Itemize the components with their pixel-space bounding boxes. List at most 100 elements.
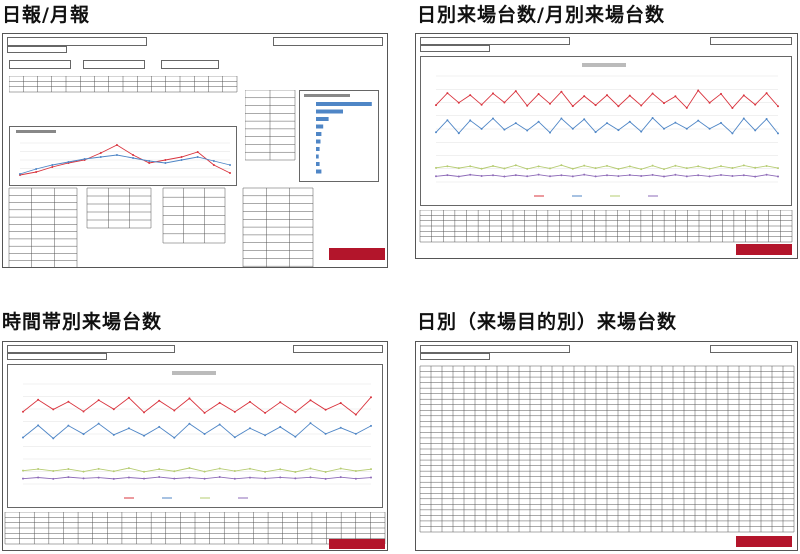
report-bar <box>316 147 320 151</box>
report-blue-marker <box>132 157 135 159</box>
daily-chart-series1-marker <box>446 119 449 122</box>
report-blue-marker <box>148 160 151 162</box>
hourly-chart-series0-marker <box>354 413 357 416</box>
report-bar-title-mark <box>304 94 350 97</box>
hourly-chart-series1-marker <box>370 424 372 427</box>
brand-badge-4 <box>736 536 792 547</box>
hourly-chart-series0-marker <box>279 401 282 404</box>
hourly-chart-series1-marker <box>339 426 342 429</box>
hourly-chart-series1-marker <box>158 425 161 428</box>
daily-chart-series1-marker <box>492 117 494 120</box>
brand-badge-2 <box>736 244 792 255</box>
daily-chart-series2-marker <box>731 167 734 170</box>
daily-chart-series1-marker <box>685 127 688 130</box>
hourly-chart-series1-marker <box>82 433 85 436</box>
report-red-marker <box>164 159 167 161</box>
daily-chart-series1-marker <box>560 117 563 120</box>
daily-chart-series2-marker <box>617 167 620 170</box>
daily-chart-series2-marker <box>549 167 551 170</box>
hourly-chart-series1-marker <box>248 427 251 430</box>
hourly-chart-series1-marker <box>37 424 40 427</box>
report-red-marker <box>229 172 231 174</box>
daily-chart-series2-marker <box>685 167 688 170</box>
daily-chart-series0-marker <box>674 95 677 98</box>
hourly-chart-series1-marker <box>279 425 282 428</box>
hourly-chart-series3-marker <box>218 476 221 479</box>
report-bar <box>316 139 321 144</box>
chart2-header-left <box>420 37 570 45</box>
hourly-chart-series2-marker <box>67 468 70 471</box>
hourly-chart-series2-marker <box>264 470 267 473</box>
report-blue-marker <box>51 164 54 166</box>
hourly-chart-series3-marker <box>309 476 312 479</box>
daily-chart-series1-marker <box>628 120 631 123</box>
daily-chart-series2-marker <box>446 165 449 168</box>
daily-chart-series2-marker <box>514 164 517 167</box>
chart3-header-sub <box>7 353 107 360</box>
daily-chart-series0-marker <box>571 105 574 108</box>
panel-by-purpose-table <box>415 341 798 551</box>
daily-chart-series3-marker <box>492 174 494 177</box>
daily-chart-series1-marker <box>537 120 540 123</box>
report-blue-marker <box>67 161 70 163</box>
hourly-chart-series0-marker <box>67 400 70 403</box>
hourly-chart-series0-marker <box>52 408 55 411</box>
hourly-chart-series2-marker <box>22 469 24 472</box>
hourly-chart-series0-marker <box>218 401 221 404</box>
hourly-chart-series3-marker <box>339 476 342 479</box>
hourly-chart-series0-marker <box>127 396 130 399</box>
daily-chart-series0-marker <box>560 90 563 93</box>
daily-chart-series0-marker <box>663 102 665 105</box>
daily-chart-series3-marker <box>765 173 768 176</box>
hourly-chart-series0-marker <box>112 408 115 411</box>
panel-daily-chart <box>415 33 798 259</box>
daily-chart-series3-marker <box>606 174 608 177</box>
daily-chart-series3-marker <box>526 175 529 178</box>
daily-chart-series0-marker <box>537 93 540 96</box>
daily-chart-series2-marker <box>754 166 757 169</box>
hourly-chart-series3-marker <box>294 477 297 480</box>
daily-chart-series1-marker <box>617 129 620 132</box>
daily-chart-series3-marker <box>594 175 597 178</box>
hourly-chart-series2-marker <box>324 470 327 473</box>
brand-badge-1 <box>329 248 385 260</box>
hourly-chart-series2-marker <box>370 468 372 471</box>
hourly-chart-series3-marker <box>112 477 115 480</box>
hourly-chart-series2-marker <box>188 467 191 470</box>
hourly-chart-series0-marker <box>97 399 100 402</box>
table4-header-right <box>710 345 792 353</box>
daily-chart-series1-marker <box>435 131 437 134</box>
hourly-chart-series3-marker <box>22 477 24 480</box>
hourly-chart-series0-marker <box>294 411 297 414</box>
report-bar <box>316 132 322 136</box>
daily-chart-series0-marker <box>685 106 688 109</box>
daily-chart-series0-marker <box>628 94 631 97</box>
table4-header-left <box>420 345 570 353</box>
hourly-chart-series3-marker <box>279 476 282 479</box>
daily-chart-series2-marker <box>526 167 529 170</box>
hourly-chart-series2-marker <box>233 470 236 473</box>
daily-chart-series3-marker <box>777 175 779 178</box>
daily-chart-series3-marker <box>549 175 551 178</box>
table4-header-sub <box>420 353 490 360</box>
chart2-header-right <box>710 37 792 45</box>
daily-chart-series3-marker <box>469 173 472 176</box>
daily-chart-series1-marker <box>571 127 574 130</box>
daily-chart-series3-marker <box>617 175 620 178</box>
daily-chart-series2-marker <box>606 164 608 167</box>
daily-chart-series2-marker <box>765 164 768 167</box>
daily-chart-series0-marker <box>526 104 529 107</box>
hourly-chart-series3-marker <box>173 477 176 480</box>
hourly-chart-series1-marker <box>354 432 357 435</box>
daily-data-table <box>419 210 793 243</box>
panel-hourly-chart <box>2 341 388 551</box>
hourly-chart-series2-marker <box>339 467 342 470</box>
title-hourly: 時間帯別来場台数 <box>2 311 163 333</box>
hourly-chart-series2-marker <box>354 470 357 473</box>
daily-chart-series1-marker <box>594 131 597 134</box>
report-bar <box>316 169 322 174</box>
daily-chart-series1-marker <box>640 130 643 133</box>
hourly-chart-series0-marker <box>37 398 40 401</box>
hourly-chart-series0-marker <box>158 399 161 402</box>
daily-chart-series1-marker <box>606 122 608 125</box>
